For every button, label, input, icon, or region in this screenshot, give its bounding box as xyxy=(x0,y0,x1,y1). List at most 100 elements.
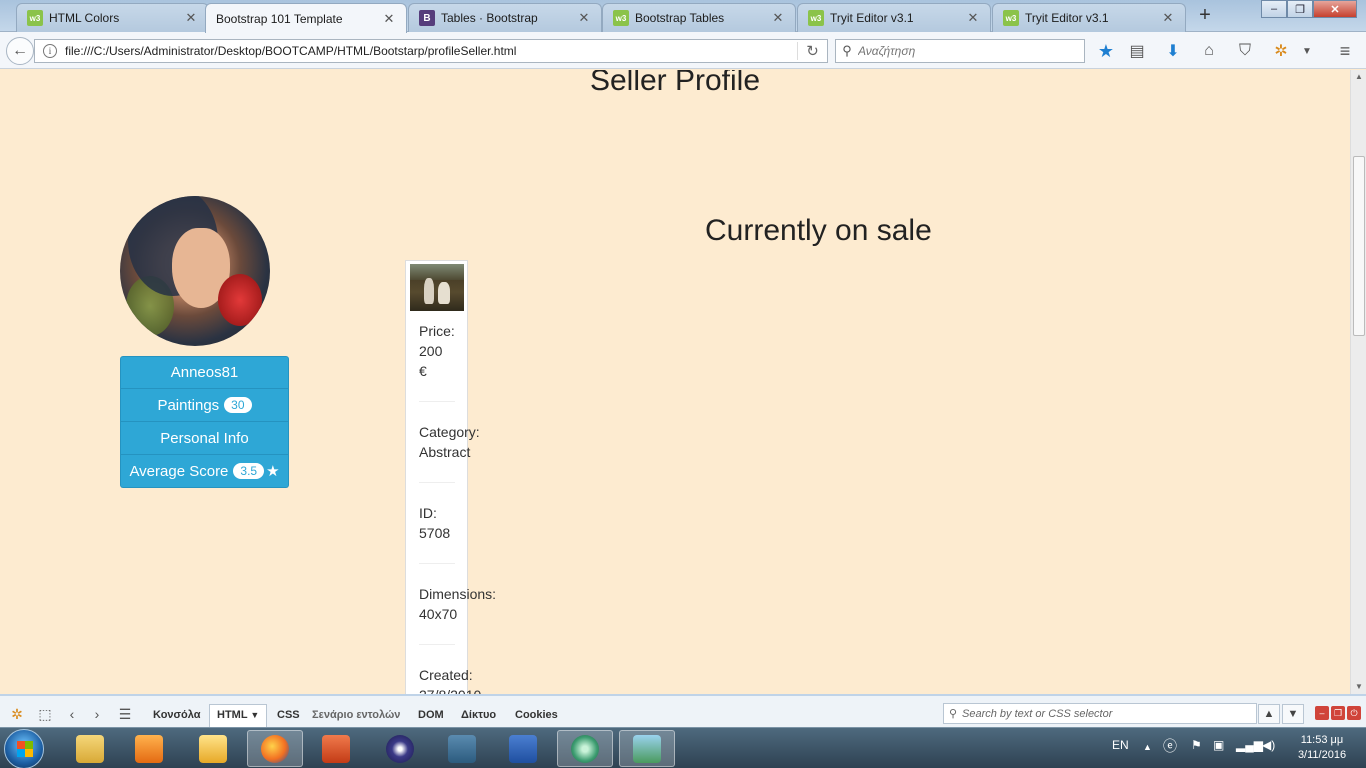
scroll-down-icon[interactable]: ▼ xyxy=(1351,680,1366,694)
firebug-icon[interactable]: ✲ xyxy=(8,705,26,723)
firefox-taskbar-button[interactable] xyxy=(247,730,303,767)
paintings-item[interactable]: Paintings 30 xyxy=(120,389,289,422)
price-value: 200 xyxy=(419,343,443,359)
mail-taskbar-button[interactable] xyxy=(185,730,241,767)
scroll-up-icon[interactable]: ▲ xyxy=(1351,70,1366,84)
maximize-button[interactable]: ❐ xyxy=(1287,0,1313,18)
firebug-dropdown-icon[interactable]: ▼ xyxy=(1296,40,1318,62)
created-label: Created: xyxy=(419,667,473,683)
address-bar[interactable]: i file:///C:/Users/Administrator/Desktop… xyxy=(34,39,828,63)
devtools-tab-html[interactable]: HTML ▼ xyxy=(209,704,268,728)
close-tab-icon[interactable]: ✕ xyxy=(1161,10,1175,26)
tab-tables-bootstrap[interactable]: B Tables · Bootstrap ✕ xyxy=(408,3,602,32)
devtools-tab-cookies[interactable]: Cookies xyxy=(515,709,558,721)
forward-icon[interactable]: › xyxy=(88,705,106,723)
id-value: 5708 xyxy=(419,525,451,541)
close-tab-icon[interactable]: ✕ xyxy=(771,10,785,26)
bookmark-star-icon[interactable]: ★ xyxy=(1095,40,1117,62)
reload-icon[interactable]: ↻ xyxy=(797,42,827,60)
page-title: Seller Profile xyxy=(589,70,761,97)
url-text[interactable]: file:///C:/Users/Administrator/Desktop/B… xyxy=(65,44,797,58)
thumbnail-figure xyxy=(438,282,450,304)
menu-icon[interactable]: ≡ xyxy=(1334,40,1356,62)
explorer-taskbar-button[interactable] xyxy=(62,730,118,767)
start-button[interactable] xyxy=(4,729,44,768)
minimize-button[interactable]: – xyxy=(1261,0,1287,18)
painting-thumbnail[interactable] xyxy=(410,264,464,311)
average-score-item[interactable]: Average Score 3.5 ★ xyxy=(120,455,289,488)
atom-icon xyxy=(571,734,599,763)
tab-bootstrap-101-template[interactable]: Bootstrap 101 Template ✕ xyxy=(205,3,407,33)
word-taskbar-button[interactable] xyxy=(495,730,551,767)
w3schools-favicon-icon: w3 xyxy=(808,10,824,26)
tab-tryit-editor-1[interactable]: w3 Tryit Editor v3.1 ✕ xyxy=(797,3,991,32)
ie-tray-icon[interactable]: ⓔ xyxy=(1163,736,1177,756)
devtools-tab-console[interactable]: Κονσόλα xyxy=(153,709,201,721)
avatar xyxy=(120,196,270,346)
w3schools-favicon-icon: w3 xyxy=(27,10,43,26)
tab-tryit-editor-2[interactable]: w3 Tryit Editor v3.1 ✕ xyxy=(992,3,1186,32)
close-tab-icon[interactable]: ✕ xyxy=(577,10,591,26)
search-down-button[interactable]: ▼ xyxy=(1282,704,1304,724)
notifications-flag-icon[interactable]: ⚑ xyxy=(1191,738,1202,752)
devtools-search[interactable]: ⚲ Search by text or CSS selector xyxy=(943,703,1257,724)
devtools-close-icon[interactable]: ⏻ xyxy=(1347,706,1361,720)
clock[interactable]: 11:53 μμ 3/11/2016 xyxy=(1282,733,1362,763)
back-button[interactable]: ← xyxy=(6,37,34,65)
command-line-icon[interactable]: ☰ xyxy=(116,705,134,723)
search-bar[interactable]: ⚲ xyxy=(835,39,1085,63)
search-input[interactable] xyxy=(858,44,1078,58)
vertical-scrollbar[interactable]: ▲ ▼ xyxy=(1350,70,1366,694)
eclipse-taskbar-button[interactable] xyxy=(372,730,428,767)
devtools-minimize-icon[interactable]: – xyxy=(1315,706,1329,720)
close-tab-icon[interactable]: ✕ xyxy=(966,10,980,26)
search-icon: ⚲ xyxy=(842,43,852,58)
mysql-taskbar-button[interactable] xyxy=(434,730,490,767)
devtools-detach-icon[interactable]: ❐ xyxy=(1331,706,1345,720)
inspect-icon[interactable]: ⬚ xyxy=(36,705,54,723)
devtools-tab-network[interactable]: Δίκτυο xyxy=(461,709,496,721)
tab-strip: w3 HTML Colors ✕ Bootstrap 101 Template … xyxy=(0,0,1366,33)
devtools-tab-dom[interactable]: DOM xyxy=(418,709,444,721)
tab-bootstrap-tables[interactable]: w3 Bootstrap Tables ✕ xyxy=(602,3,796,32)
network-signal-icon[interactable]: ▂▄▆ xyxy=(1236,738,1263,752)
paintings-count-badge: 30 xyxy=(224,397,252,413)
show-hidden-icons-icon[interactable]: ▲ xyxy=(1143,742,1152,752)
tab-title: Tryit Editor v3.1 xyxy=(830,11,914,25)
bookmarks-menu-icon[interactable]: ▤ xyxy=(1126,40,1148,62)
info-icon[interactable]: i xyxy=(43,44,57,58)
close-tab-icon[interactable]: ✕ xyxy=(184,10,198,26)
page-content: Seller Profile Anneos81 Paintings 30 Per… xyxy=(0,70,1350,694)
powerpoint-taskbar-button[interactable] xyxy=(308,730,364,767)
media-player-taskbar-button[interactable] xyxy=(121,730,177,767)
devtools-tab-css[interactable]: CSS xyxy=(277,709,300,721)
personal-info-item[interactable]: Personal Info xyxy=(120,422,289,455)
pocket-icon[interactable]: ⛉ xyxy=(1234,40,1256,62)
firebug-icon[interactable]: ✲ xyxy=(1270,40,1292,62)
avatar-flower xyxy=(218,274,262,326)
new-tab-button[interactable]: + xyxy=(1193,4,1217,28)
devtools-search-placeholder: Search by text or CSS selector xyxy=(962,707,1113,720)
atom-taskbar-button[interactable] xyxy=(557,730,613,767)
back-icon[interactable]: ‹ xyxy=(63,705,81,723)
language-indicator[interactable]: EN xyxy=(1112,738,1129,752)
image-viewer-taskbar-button[interactable] xyxy=(619,730,675,767)
device-tray-icon[interactable]: ▣ xyxy=(1213,738,1224,752)
tab-html-colors[interactable]: w3 HTML Colors ✕ xyxy=(16,3,209,32)
eclipse-icon xyxy=(386,734,414,763)
dimensions-label: Dimensions: xyxy=(419,586,497,602)
w3schools-favicon-icon: w3 xyxy=(613,10,629,26)
downloads-icon[interactable]: ⬇ xyxy=(1162,40,1184,62)
close-window-button[interactable]: ✕ xyxy=(1313,0,1357,18)
windows-logo-icon xyxy=(17,741,33,757)
windows-taskbar: EN ▲ ⓔ ⚑ ▣ ▂▄▆ ◀) 11:53 μμ 3/11/2016 xyxy=(0,727,1366,768)
volume-icon[interactable]: ◀) xyxy=(1262,738,1275,752)
home-icon[interactable]: ⌂ xyxy=(1198,40,1220,62)
search-up-button[interactable]: ▲ xyxy=(1258,704,1280,724)
thumbnail-sky xyxy=(410,264,464,280)
scrollbar-thumb[interactable] xyxy=(1353,156,1365,336)
username-item[interactable]: Anneos81 xyxy=(120,356,289,389)
divider xyxy=(419,401,455,402)
close-tab-icon[interactable]: ✕ xyxy=(382,11,396,27)
devtools-tab-script[interactable]: Σενάριο εντολών xyxy=(312,709,400,721)
